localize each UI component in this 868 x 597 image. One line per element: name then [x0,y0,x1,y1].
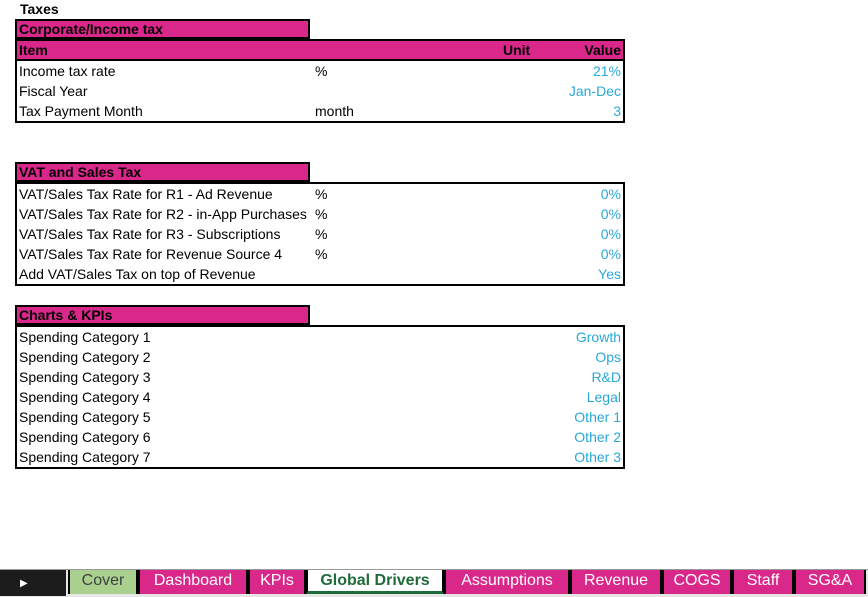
table-row[interactable]: VAT/Sales Tax Rate for R1 - Ad Revenue %… [17,184,623,204]
row-value[interactable]: 0% [601,184,621,204]
table-row[interactable]: VAT/Sales Tax Rate for Revenue Source 4 … [17,244,623,264]
tab-dashboard[interactable]: Dashboard [138,570,248,594]
table-row[interactable]: Spending Category 6 Other 2 [17,427,623,447]
row-value[interactable]: Jan-Dec [569,81,621,101]
section-heading-charts: Charts & KPIs [15,305,310,325]
row-value[interactable]: Legal [587,387,621,407]
row-label[interactable]: Spending Category 2 [19,347,313,367]
row-label[interactable]: Tax Payment Month [19,101,313,121]
table-row[interactable]: Spending Category 5 Other 1 [17,407,623,427]
table-row[interactable]: Spending Category 2 Ops [17,347,623,367]
row-value[interactable]: 3 [613,101,621,121]
table-row[interactable]: Tax Payment Month month 3 [17,101,623,121]
table-row[interactable]: Spending Category 7 Other 3 [17,447,623,467]
row-label[interactable]: Income tax rate [19,61,313,81]
table-row[interactable]: Fiscal Year Jan-Dec [17,81,623,101]
row-value[interactable]: Yes [598,264,621,284]
table-row[interactable]: Spending Category 1 Growth [17,327,623,347]
row-unit[interactable]: month [315,101,354,121]
row-value[interactable]: 0% [601,224,621,244]
row-unit[interactable]: % [315,224,327,244]
table-row[interactable]: Spending Category 4 Legal [17,387,623,407]
row-unit[interactable]: % [315,61,327,81]
row-unit[interactable]: % [315,184,327,204]
row-label[interactable]: Spending Category 6 [19,427,313,447]
row-value[interactable]: Other 2 [574,427,621,447]
tab-scroll-button[interactable]: ▶ [0,570,66,596]
row-label[interactable]: Spending Category 3 [19,367,313,387]
row-value[interactable]: R&D [591,367,621,387]
column-header-value: Value [584,42,621,58]
sheet-tab-bar: ▶ Cover Dashboard KPIs Global Drivers As… [0,569,868,597]
column-header-unit: Unit [503,42,531,58]
row-unit[interactable]: % [315,204,327,224]
row-label[interactable]: Spending Category 7 [19,447,313,467]
row-unit[interactable]: % [315,244,327,264]
table-header-row: Item Unit Value [17,41,623,61]
tab-assumptions[interactable]: Assumptions [444,570,570,594]
charts-kpis-table: Spending Category 1 Growth Spending Cate… [15,325,625,469]
column-header-item: Item [19,42,48,58]
tab-staff[interactable]: Staff [732,570,794,594]
row-label[interactable]: Add VAT/Sales Tax on top of Revenue [19,264,313,284]
row-value[interactable]: 0% [601,204,621,224]
tab-kpis[interactable]: KPIs [248,570,306,594]
row-label[interactable]: Spending Category 5 [19,407,313,427]
row-label[interactable]: VAT/Sales Tax Rate for R3 - Subscription… [19,224,313,244]
row-value[interactable]: 21% [593,61,621,81]
row-value[interactable]: Other 3 [574,447,621,467]
tab-cover[interactable]: Cover [68,570,138,594]
section-heading-vat: VAT and Sales Tax [15,162,310,182]
row-label[interactable]: Spending Category 1 [19,327,313,347]
table-row[interactable]: Income tax rate % 21% [17,61,623,81]
table-row[interactable]: VAT/Sales Tax Rate for R3 - Subscription… [17,224,623,244]
table-row[interactable]: Add VAT/Sales Tax on top of Revenue Yes [17,264,623,284]
row-value[interactable]: Ops [595,347,621,367]
row-label[interactable]: VAT/Sales Tax Rate for R1 - Ad Revenue [19,184,313,204]
row-label[interactable]: VAT/Sales Tax Rate for Revenue Source 4 [19,244,313,264]
tab-global-drivers[interactable]: Global Drivers [306,570,444,594]
tab-cogs[interactable]: COGS [662,570,732,594]
sheet-title: Taxes [20,1,59,17]
corporate-tax-table: Item Unit Value Income tax rate % 21% Fi… [15,39,625,123]
table-row[interactable]: Spending Category 3 R&D [17,367,623,387]
row-value[interactable]: 0% [601,244,621,264]
table-row[interactable]: VAT/Sales Tax Rate for R2 - in-App Purch… [17,204,623,224]
tab-sga[interactable]: SG&A [794,570,866,594]
row-label[interactable]: Fiscal Year [19,81,313,101]
row-label[interactable]: VAT/Sales Tax Rate for R2 - in-App Purch… [19,204,313,224]
row-value[interactable]: Growth [576,327,621,347]
play-right-icon[interactable]: ▶ [20,571,28,597]
tab-revenue[interactable]: Revenue [570,570,662,594]
row-label[interactable]: Spending Category 4 [19,387,313,407]
section-heading-corporate: Corporate/Income tax [15,19,310,39]
vat-table: VAT/Sales Tax Rate for R1 - Ad Revenue %… [15,182,625,286]
row-value[interactable]: Other 1 [574,407,621,427]
